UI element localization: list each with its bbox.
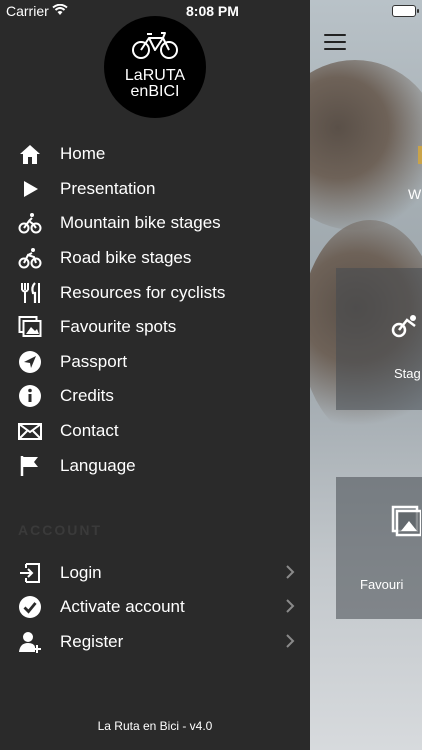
photos-icon <box>391 505 421 537</box>
menu-item-label: Credits <box>60 386 114 405</box>
menu-item-label: Language <box>60 456 136 475</box>
menu-item-credits[interactable]: Credits <box>0 379 310 413</box>
header-subtitle-fragment: W <box>408 186 422 202</box>
menu-item-login[interactable]: Login <box>0 556 310 590</box>
menu-item-label: Favourite spots <box>60 317 177 336</box>
chevron-right-icon <box>286 599 295 613</box>
menu-item-label: Login <box>60 563 102 582</box>
main-content-background: W Stag Favouri <box>310 0 422 750</box>
title-accent <box>418 146 422 164</box>
menu-item-label: Resources for cyclists <box>60 283 226 302</box>
app-logo: LaRUTA enBICI <box>104 16 206 118</box>
menu-item-activate-account[interactable]: Activate account <box>0 590 310 624</box>
stages-card[interactable]: Stag <box>336 268 422 410</box>
menu-item-label: Passport <box>60 352 128 371</box>
favourites-card[interactable]: Favouri <box>336 477 422 619</box>
app-version: La Ruta en Bici - v4.0 <box>97 719 213 733</box>
menu-item-passport[interactable]: Passport <box>0 345 310 379</box>
card-label: Stag <box>394 366 421 381</box>
cutlery-icon <box>21 282 40 303</box>
logo-line-2: enBICI <box>130 83 180 100</box>
side-drawer: LaRUTA enBICI Home Presentation Mountain… <box>0 0 310 750</box>
play-icon <box>24 181 38 197</box>
info-icon <box>19 385 41 407</box>
menu-item-resources-for-cyclists[interactable]: Resources for cyclists <box>0 276 310 310</box>
carrier-label: Carrier <box>6 3 49 19</box>
card-label: Favouri <box>360 577 404 592</box>
background-photo-blob <box>310 60 422 230</box>
menu-item-label: Road bike stages <box>60 248 192 267</box>
photos-icon <box>18 316 42 337</box>
menu-item-favourite-spots[interactable]: Favourite spots <box>0 310 310 344</box>
menu-item-label: Register <box>60 632 124 651</box>
cyclist-icon <box>391 315 416 338</box>
home-icon <box>20 145 40 164</box>
menu-item-label: Activate account <box>60 597 185 616</box>
login-icon <box>20 563 40 583</box>
chevron-right-icon <box>286 565 295 579</box>
menu-item-mountain-bike-stages[interactable]: Mountain bike stages <box>0 206 310 240</box>
menu-item-register[interactable]: Register <box>0 625 310 659</box>
menu-item-road-bike-stages[interactable]: Road bike stages <box>0 241 310 275</box>
menu-item-label: Presentation <box>60 179 156 198</box>
flag-icon <box>20 456 38 476</box>
chevron-right-icon <box>286 634 295 648</box>
menu-item-contact[interactable]: Contact <box>0 414 310 448</box>
road-bike-icon <box>18 248 42 269</box>
menu-item-presentation[interactable]: Presentation <box>0 172 310 206</box>
envelope-icon <box>18 423 42 440</box>
menu-item-home[interactable]: Home <box>0 137 310 171</box>
status-bar: Carrier 8:08 PM <box>0 0 422 22</box>
menu-item-label: Home <box>60 144 106 163</box>
account-section-title: ACCOUNT <box>18 522 102 538</box>
battery-icon <box>392 5 419 17</box>
add-user-icon <box>19 632 41 653</box>
mountain-bike-icon <box>18 213 42 234</box>
menu-item-label: Contact <box>60 421 119 440</box>
menu-item-language[interactable]: Language <box>0 449 310 483</box>
logo-line-1: LaRUTA <box>124 67 186 84</box>
location-arrow-icon <box>19 351 41 373</box>
status-time: 8:08 PM <box>186 3 239 19</box>
wifi-icon <box>52 4 68 15</box>
check-circle-icon <box>19 596 41 618</box>
hamburger-menu-icon[interactable] <box>324 34 346 50</box>
bicycle-logo-icon <box>132 32 178 59</box>
menu-item-label: Mountain bike stages <box>60 213 221 232</box>
